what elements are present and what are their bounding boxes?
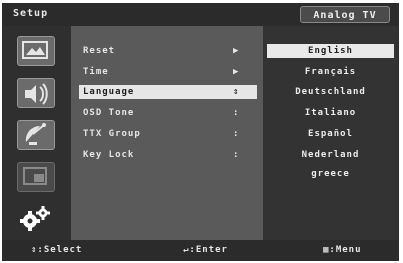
menu-item-language[interactable]: Language ⇕ [79,85,257,99]
channel-icon [25,123,46,145]
submenu-arrow-icon: ▶ [233,46,239,56]
language-options: English Français Deutschland Italiano Es… [263,26,398,240]
menu-item-osd-tone[interactable]: OSD Tone : [79,106,257,120]
language-option-deutschland[interactable]: Deutschland [267,85,394,99]
language-option-espanol[interactable]: Español [267,127,394,141]
setup-screen: Setup Analog TV Reset ▶ Time ▶ Language … [2,3,399,261]
source-mode-badge: Analog TV [300,6,390,23]
setup-menu: Reset ▶ Time ▶ Language ⇕ OSD Tone : TTX… [71,26,263,240]
select-hint: ⇕:Select [31,245,83,255]
language-option-greece[interactable]: greece [267,167,394,181]
category-pip[interactable] [13,158,57,194]
menu-item-ttx-group[interactable]: TTX Group : [79,127,257,141]
category-sidebar [3,26,71,240]
menu-item-key-lock[interactable]: Key Lock : [79,148,257,162]
footer-hints: ⇕:Select ↵:Enter ▦:Menu [3,240,398,260]
updown-icon: ⇕ [233,87,239,97]
language-option-english[interactable]: English [267,44,394,58]
category-channel[interactable] [13,116,57,152]
menu-hint: ▦:Menu [323,245,362,255]
language-option-nederland[interactable]: Nederland [267,148,394,162]
header-bar: Setup Analog TV [3,4,398,26]
menu-item-time[interactable]: Time ▶ [79,65,257,79]
option-marker: : [233,129,239,139]
menu-item-reset[interactable]: Reset ▶ [79,44,257,58]
pip-icon [23,167,47,185]
submenu-arrow-icon: ▶ [233,67,239,77]
picture-icon [22,41,48,59]
setup-gears-icon [20,206,50,231]
option-marker: : [233,150,239,160]
language-option-francais[interactable]: Français [267,65,394,79]
menu-title: Setup [13,8,49,19]
language-option-italiano[interactable]: Italiano [267,106,394,120]
category-sound[interactable] [13,74,57,110]
enter-hint: ↵:Enter [183,245,228,255]
category-setup[interactable] [13,200,57,236]
category-picture[interactable] [13,32,57,68]
sound-icon [25,83,48,105]
option-marker: : [233,108,239,118]
